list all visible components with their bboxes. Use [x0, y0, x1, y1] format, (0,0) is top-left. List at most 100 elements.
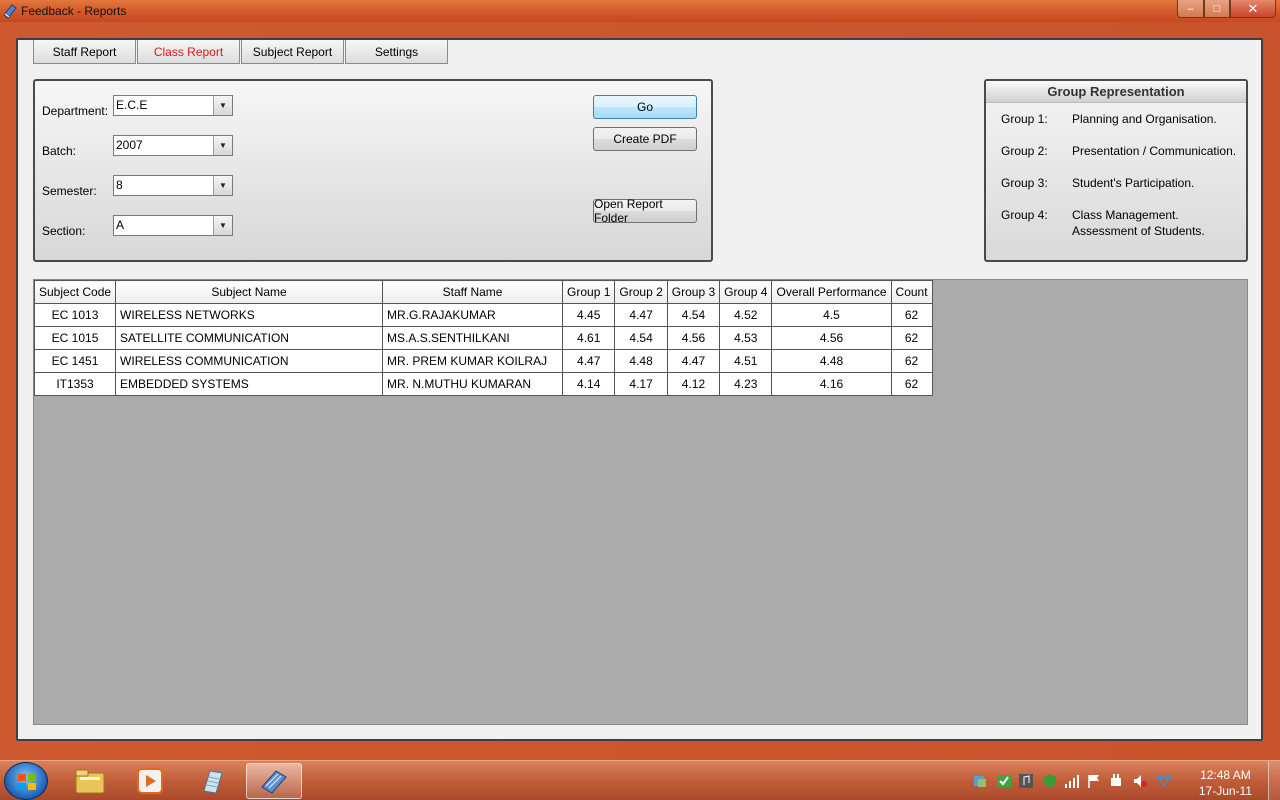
cell-group-2[interactable]: 4.48	[614, 349, 668, 373]
cell-subject-code[interactable]: EC 1015	[33, 326, 117, 350]
system-tray: 12:48 AM 17-Jun-11	[960, 761, 1280, 800]
cell-subject-code[interactable]: EC 1013	[33, 303, 117, 327]
col-header-overall-performance[interactable]: Overall Performance	[771, 280, 892, 304]
filter-panel: Department: E.C.E ▼ Batch: 2007 ▼ Semest…	[33, 79, 713, 262]
chevron-down-icon[interactable]: ▼	[213, 96, 232, 115]
cell-group-3[interactable]: 4.54	[666, 303, 721, 327]
clock-date: 17-Jun-11	[1198, 784, 1252, 798]
cell-subject-name[interactable]: EMBEDDED SYSTEMS	[115, 372, 384, 396]
chevron-down-icon[interactable]: ▼	[213, 216, 232, 235]
go-button[interactable]: Go	[593, 95, 697, 119]
group-3-desc: Student's Participation.	[1072, 176, 1195, 190]
cell-group-4[interactable]: 4.53	[719, 326, 773, 350]
clock[interactable]: 12:48 AM 17-Jun-11	[1199, 767, 1252, 799]
cell-group-1[interactable]: 4.61	[562, 326, 616, 350]
feedback-app-icon	[3, 4, 17, 19]
col-header-group-4[interactable]: Group 4	[719, 280, 773, 304]
open-report-folder-button[interactable]: Open Report Folder	[593, 197, 697, 225]
tab-staff-report[interactable]: Staff Report	[33, 40, 136, 64]
client-area: Staff Report Class Report Subject Report…	[16, 38, 1263, 741]
col-header-subject-code[interactable]: Subject Code	[33, 280, 117, 304]
minimize-button[interactable]: –	[1177, 0, 1204, 18]
taskbar-feedback-app[interactable]	[246, 763, 302, 799]
action-center-flag-icon[interactable]	[1086, 773, 1102, 789]
cell-group-4[interactable]: 4.52	[719, 303, 773, 327]
clock-time: 12:48 AM	[1200, 768, 1251, 782]
section-value: A	[116, 218, 125, 232]
tab-settings[interactable]: Settings	[345, 40, 448, 64]
department-select[interactable]: E.C.E ▼	[113, 95, 233, 116]
cell-staff-name[interactable]: MR. N.MUTHU KUMARAN	[382, 372, 564, 396]
show-desktop-button[interactable]	[1268, 761, 1280, 800]
cell-overall-performance[interactable]: 4.56	[771, 326, 892, 350]
cell-group-1[interactable]: 4.14	[562, 372, 616, 396]
chevron-down-icon[interactable]: ▼	[213, 176, 232, 195]
power-plug-icon[interactable]	[1108, 773, 1124, 789]
music-note-icon[interactable]	[1018, 773, 1034, 789]
cell-group-1[interactable]: 4.47	[562, 349, 616, 373]
network-center-icon[interactable]	[972, 773, 988, 789]
create-pdf-button[interactable]: Create PDF	[593, 127, 697, 151]
taskbar-explorer[interactable]	[62, 763, 118, 799]
col-header-group-3[interactable]: Group 3	[666, 280, 721, 304]
folder-icon	[75, 769, 105, 794]
table-row[interactable]: EC 1013 WIRELESS NETWORKS MR.G.RAJAKUMAR…	[33, 303, 933, 327]
tab-class-report[interactable]: Class Report	[137, 40, 240, 64]
dropbox-icon[interactable]	[1156, 773, 1172, 789]
department-label: Department:	[42, 104, 109, 118]
semester-select[interactable]: 8 ▼	[113, 175, 233, 196]
signal-bars-icon[interactable]	[1064, 773, 1080, 789]
chevron-down-icon[interactable]: ▼	[213, 136, 232, 155]
cell-subject-code[interactable]: EC 1451	[33, 349, 117, 373]
cell-group-3[interactable]: 4.47	[666, 349, 721, 373]
cell-group-2[interactable]: 4.54	[614, 326, 668, 350]
security-shield-icon[interactable]	[1042, 773, 1058, 789]
cell-group-4[interactable]: 4.23	[719, 372, 773, 396]
cell-group-3[interactable]: 4.12	[666, 372, 721, 396]
cell-overall-performance[interactable]: 4.48	[771, 349, 892, 373]
maximize-button[interactable]: □	[1204, 0, 1230, 18]
cell-count[interactable]: 62	[890, 349, 933, 373]
section-select[interactable]: A ▼	[113, 215, 233, 236]
cell-subject-code[interactable]: IT1353	[33, 372, 117, 396]
cell-subject-name[interactable]: SATELLITE COMMUNICATION	[115, 326, 384, 350]
group-4-desc-line2: Assessment of Students.	[1072, 224, 1205, 238]
table-row[interactable]: EC 1451 WIRELESS COMMUNICATION MR. PREM …	[33, 349, 933, 373]
cell-group-2[interactable]: 4.47	[614, 303, 668, 327]
col-header-count[interactable]: Count	[890, 280, 933, 304]
cell-count[interactable]: 62	[890, 303, 933, 327]
batch-select[interactable]: 2007 ▼	[113, 135, 233, 156]
windows-logo-icon	[18, 774, 36, 790]
tab-subject-report[interactable]: Subject Report	[241, 40, 344, 64]
cell-count[interactable]: 62	[890, 372, 933, 396]
taskbar-media-player[interactable]	[122, 763, 178, 799]
cell-count[interactable]: 62	[890, 326, 933, 350]
cell-group-2[interactable]: 4.17	[614, 372, 668, 396]
cell-subject-name[interactable]: WIRELESS COMMUNICATION	[115, 349, 384, 373]
col-header-staff-name[interactable]: Staff Name	[382, 280, 564, 304]
table-row[interactable]: EC 1015 SATELLITE COMMUNICATION MS.A.S.S…	[33, 326, 933, 350]
cell-subject-name[interactable]: WIRELESS NETWORKS	[115, 303, 384, 327]
cell-group-4[interactable]: 4.51	[719, 349, 773, 373]
col-header-group-2[interactable]: Group 2	[614, 280, 668, 304]
department-value: E.C.E	[116, 98, 148, 112]
window-title: Feedback - Reports	[21, 4, 127, 18]
group-1-desc: Planning and Organisation.	[1072, 112, 1217, 126]
cell-staff-name[interactable]: MR.G.RAJAKUMAR	[382, 303, 564, 327]
cell-group-1[interactable]: 4.45	[562, 303, 616, 327]
table-row[interactable]: IT1353 EMBEDDED SYSTEMS MR. N.MUTHU KUMA…	[33, 372, 933, 396]
cell-group-3[interactable]: 4.56	[666, 326, 721, 350]
col-header-group-1[interactable]: Group 1	[562, 280, 616, 304]
volume-muted-icon[interactable]	[1132, 773, 1148, 789]
cell-staff-name[interactable]: MS.A.S.SENTHILKANI	[382, 326, 564, 350]
cell-overall-performance[interactable]: 4.16	[771, 372, 892, 396]
cell-overall-performance[interactable]: 4.5	[771, 303, 892, 327]
close-button[interactable]: ✕	[1230, 0, 1276, 18]
col-header-subject-name[interactable]: Subject Name	[115, 280, 384, 304]
sync-check-icon[interactable]	[996, 773, 1012, 789]
report-grid[interactable]: Subject Code Subject Name Staff Name Gro…	[33, 279, 1248, 725]
start-button[interactable]	[4, 762, 48, 800]
cell-staff-name[interactable]: MR. PREM KUMAR KOILRAJ	[382, 349, 564, 373]
group-representation-title: Group Representation	[986, 81, 1246, 103]
taskbar-notepad[interactable]	[184, 763, 240, 799]
